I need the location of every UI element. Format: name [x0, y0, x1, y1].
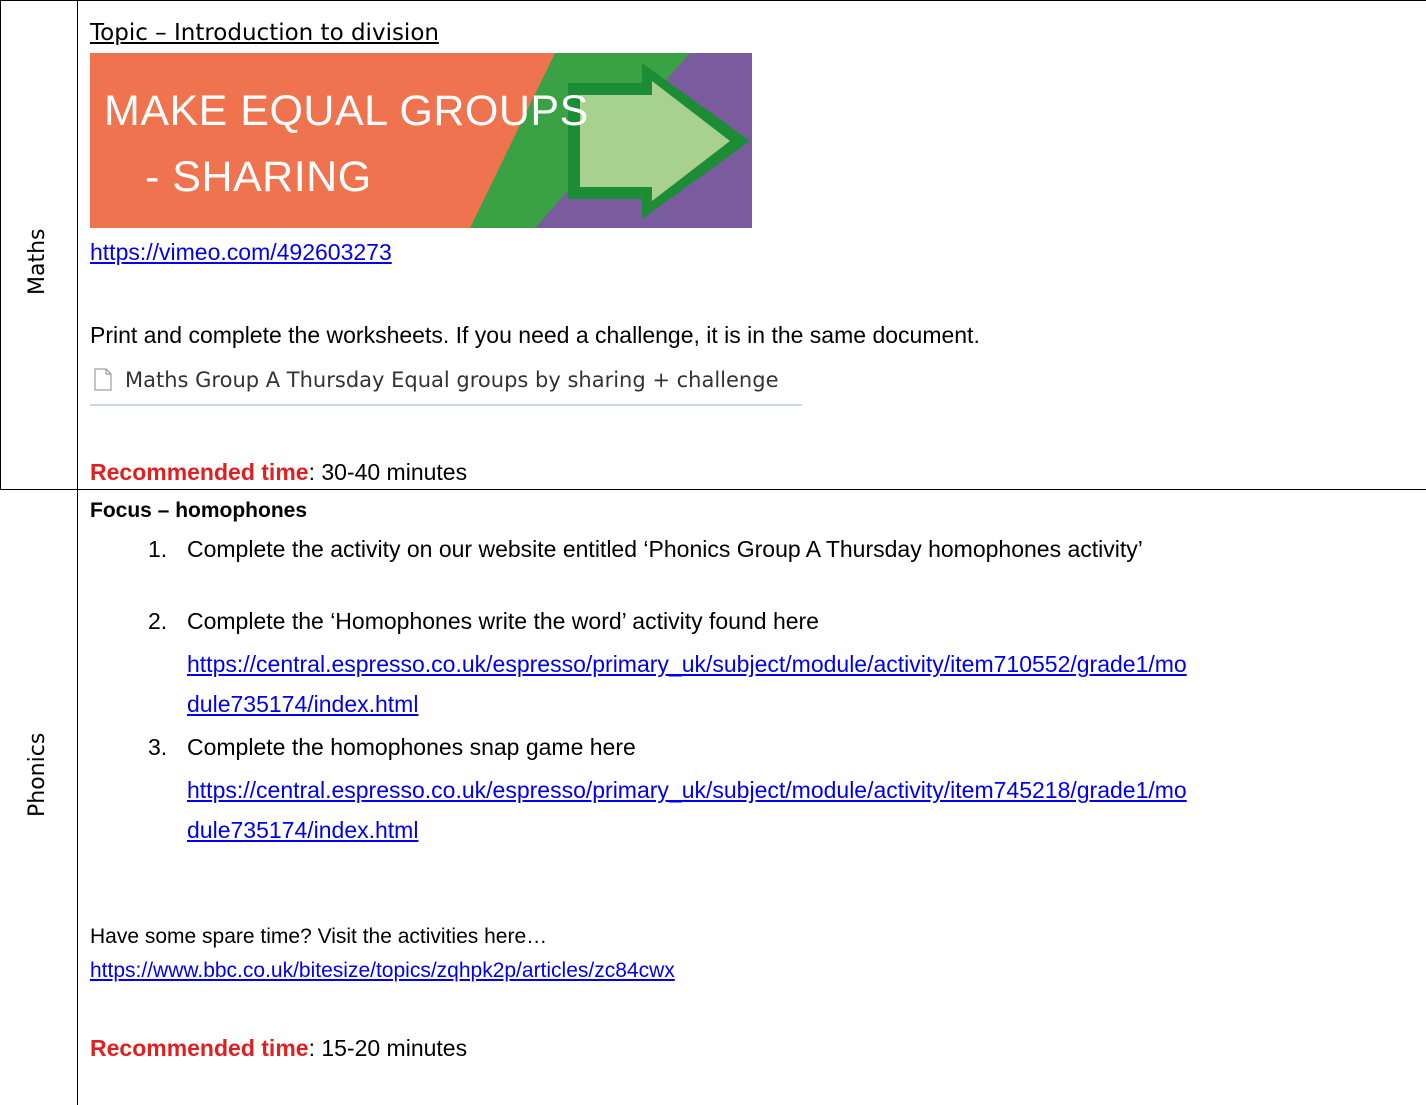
maths-subject-label: Maths	[25, 228, 50, 296]
banner-line-2: - SHARING	[145, 153, 372, 201]
recommended-time-label: Recommended time	[90, 459, 309, 485]
phonics-recommended-time: Recommended time: 15-20 minutes	[90, 1033, 467, 1063]
attachment-label: Maths Group A Thursday Equal groups by s…	[125, 368, 779, 392]
espresso-activity-link-1-cont[interactable]: dule735174/index.html	[187, 689, 418, 719]
list-item-text: Complete the homophones snap game here	[187, 734, 636, 760]
bbc-bitesize-link[interactable]: https://www.bbc.co.uk/bitesize/topics/zq…	[90, 956, 675, 986]
file-icon	[94, 368, 112, 391]
banner-line-1: MAKE EQUAL GROUPS	[104, 87, 589, 135]
list-item-text: Complete the activity on our website ent…	[187, 536, 1143, 562]
phonics-spare-time: Have some spare time? Visit the activiti…	[90, 925, 548, 948]
row-divider	[0, 489, 1426, 490]
table-top-border	[0, 0, 1426, 1]
list-number: 1.	[148, 536, 168, 562]
recommended-time-value: : 30-40 minutes	[308, 459, 468, 485]
phonics-focus: Focus – homophones	[90, 499, 308, 522]
phonics-subject-label: Phonics	[25, 732, 50, 817]
column-divider	[77, 0, 78, 1105]
list-number: 2.	[148, 608, 168, 634]
list-item-text: Complete the ‘Homophones write the word’…	[187, 608, 819, 634]
espresso-activity-link-1[interactable]: https://central.espresso.co.uk/espresso/…	[187, 649, 1187, 679]
maths-instructions: Print and complete the worksheets. If yo…	[90, 322, 980, 348]
espresso-activity-link-2[interactable]: https://central.espresso.co.uk/espresso/…	[187, 775, 1187, 805]
list-number: 3.	[148, 734, 168, 760]
maths-video-link[interactable]: https://vimeo.com/492603273	[90, 237, 392, 267]
espresso-activity-link-2-cont[interactable]: dule735174/index.html	[187, 815, 418, 845]
table-left-border	[0, 0, 1, 489]
maths-banner: MAKE EQUAL GROUPS - SHARING	[90, 53, 752, 228]
maths-topic: Topic – Introduction to division	[90, 20, 439, 46]
recommended-time-label: Recommended time	[90, 1035, 309, 1061]
recommended-time-value: : 15-20 minutes	[308, 1035, 468, 1061]
maths-worksheet-attachment[interactable]: Maths Group A Thursday Equal groups by s…	[90, 362, 802, 406]
maths-recommended-time: Recommended time: 30-40 minutes	[90, 457, 467, 487]
